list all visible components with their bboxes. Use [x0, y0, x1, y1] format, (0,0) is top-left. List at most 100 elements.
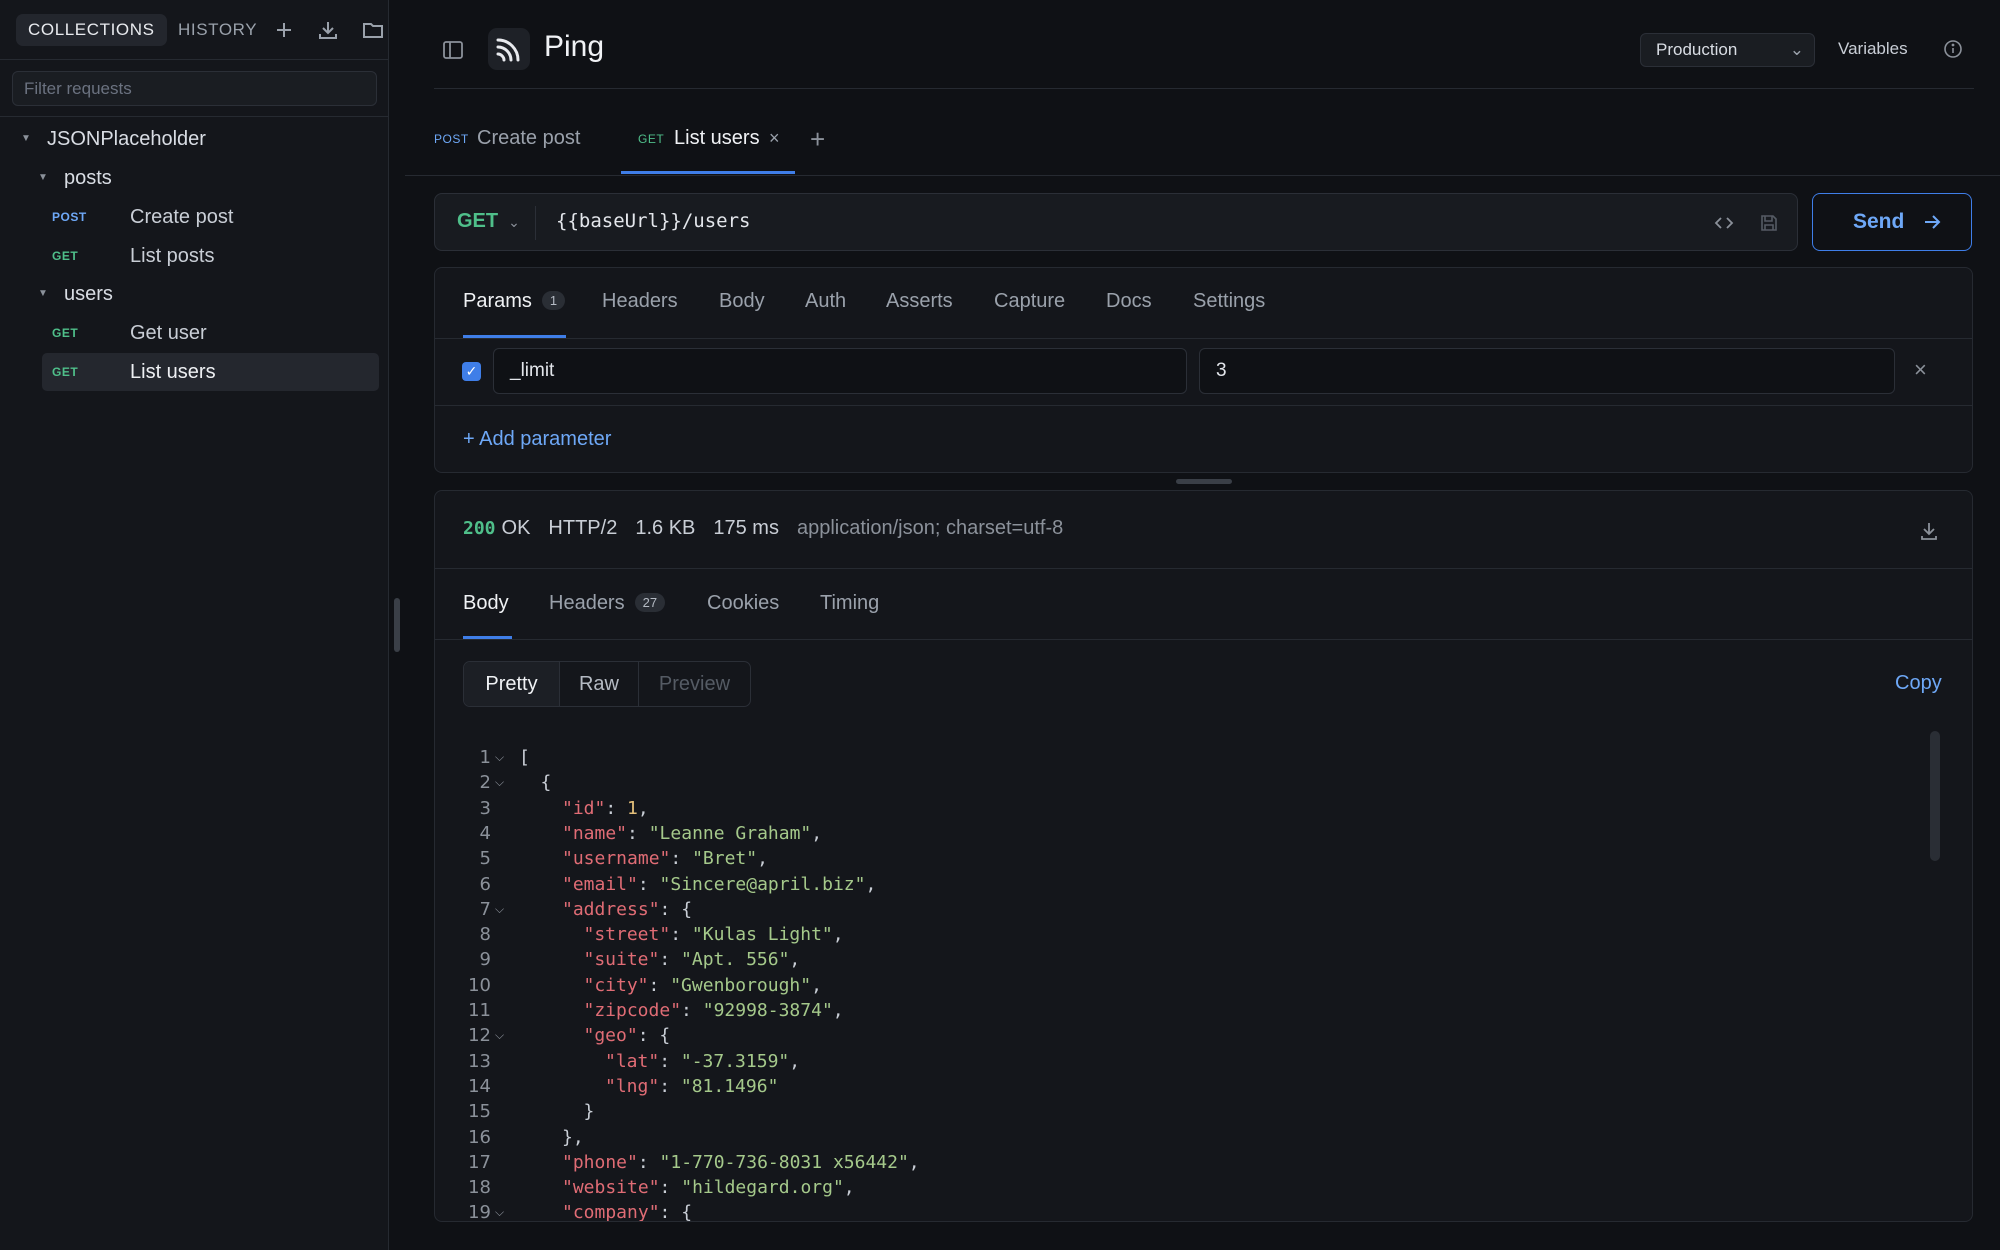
code-text: "company": {: [562, 1200, 693, 1222]
tab-capture[interactable]: Capture: [994, 290, 1065, 313]
code-line: 8 "street": "Kulas Light",: [435, 922, 1915, 947]
url-input[interactable]: {{baseUrl}}/users: [556, 210, 750, 232]
fold-chevron-icon[interactable]: ⌵: [495, 1023, 504, 1048]
url-bar: GET ⌄ {{baseUrl}}/users: [434, 193, 1798, 251]
code-icon[interactable]: [1712, 211, 1736, 235]
sidebar-item-list-users[interactable]: GET List users: [42, 353, 379, 391]
code-text: "lat": "-37.3159",: [605, 1049, 800, 1074]
add-parameter-button[interactable]: + Add parameter: [463, 428, 611, 451]
chevron-down-icon: ⌄: [508, 214, 520, 230]
info-icon[interactable]: [1942, 38, 1964, 60]
tab-docs[interactable]: Docs: [1106, 290, 1152, 313]
tab-collections[interactable]: COLLECTIONS: [16, 14, 167, 46]
code-text: "name": "Leanne Graham",: [562, 821, 822, 846]
tab-headers[interactable]: Headers: [602, 290, 678, 313]
json-string: "Bret": [692, 848, 758, 870]
filter-requests-input[interactable]: Filter requests: [12, 71, 377, 106]
sidebar-divider: [0, 116, 389, 117]
headers-count-badge: 27: [634, 593, 666, 612]
line-number: 6: [479, 873, 491, 895]
tab-history[interactable]: HISTORY: [166, 14, 269, 46]
json-string: "81.1496": [680, 1075, 779, 1097]
fold-chevron-icon[interactable]: ⌵: [495, 745, 504, 770]
json-string: "Sincere@april.biz": [659, 873, 866, 895]
json-punct: : {: [637, 1025, 671, 1047]
sidebar-item-list-posts[interactable]: GET List posts: [42, 237, 379, 275]
url-separator: [535, 206, 536, 240]
method-select[interactable]: GET ⌄: [457, 210, 520, 233]
tab-auth[interactable]: Auth: [805, 290, 846, 313]
fold-chevron-icon[interactable]: ⌵: [495, 770, 504, 795]
json-string: "-37.3159": [680, 1050, 790, 1072]
code-line: 12 ⌵ "geo": {: [435, 1023, 1915, 1048]
json-punct: :: [670, 848, 693, 870]
line-number: 1: [479, 747, 491, 768]
copy-button[interactable]: Copy: [1895, 672, 1942, 695]
active-tab-indicator: [621, 171, 795, 174]
close-icon[interactable]: ×: [769, 128, 780, 149]
send-button[interactable]: Send: [1812, 193, 1972, 251]
code-text: {: [541, 770, 552, 795]
fold-chevron-icon[interactable]: ⌵: [495, 1200, 504, 1221]
code-line: 18 "website": "hildegard.org",: [435, 1175, 1915, 1200]
folder-users[interactable]: ▼ users: [0, 275, 389, 313]
new-tab-icon[interactable]: +: [810, 124, 825, 155]
sidebar-toggle-icon[interactable]: [440, 37, 466, 63]
tab-cookies[interactable]: Cookies: [707, 592, 779, 615]
code-text: "city": "Gwenborough",: [584, 973, 822, 998]
sidebar-resize-handle[interactable]: [394, 598, 400, 652]
json-punct: ,: [811, 822, 823, 844]
chevron-down-icon: ⌄: [1789, 40, 1804, 59]
tab-timing[interactable]: Timing: [820, 592, 879, 615]
add-icon[interactable]: [270, 16, 298, 44]
tab-body[interactable]: Body: [719, 290, 765, 313]
folder-posts[interactable]: ▼ posts: [0, 159, 389, 197]
preview-button[interactable]: Preview: [639, 662, 750, 706]
variables-button[interactable]: Variables: [1838, 39, 1908, 59]
collection-jsonplaceholder[interactable]: ▼ JSONPlaceholder: [0, 120, 389, 158]
raw-button[interactable]: Raw: [560, 662, 639, 706]
save-icon[interactable]: [1758, 212, 1780, 234]
scrollbar[interactable]: [1930, 731, 1940, 861]
panel-resize-handle[interactable]: [1176, 479, 1232, 484]
method-badge: GET: [638, 132, 665, 146]
download-icon[interactable]: [1917, 519, 1941, 543]
environment-select[interactable]: Production ⌄: [1640, 33, 1815, 67]
code-line: 9 "suite": "Apt. 556",: [435, 947, 1915, 972]
code-line: 7 ⌵ "address": {: [435, 897, 1915, 922]
tab-asserts[interactable]: Asserts: [886, 290, 953, 313]
line-number: 15: [468, 1101, 491, 1123]
param-key-input[interactable]: _limit: [493, 348, 1187, 394]
method-badge: POST: [434, 132, 469, 146]
fold-chevron-icon[interactable]: ⌵: [495, 897, 504, 922]
request-panel: Params 1 Headers Body Auth Asserts Captur…: [434, 267, 1973, 473]
caret-down-icon: ▼: [38, 288, 48, 299]
tab-settings[interactable]: Settings: [1193, 290, 1265, 313]
divider: [435, 405, 1972, 406]
pretty-button[interactable]: Pretty: [464, 662, 560, 706]
remove-param-icon[interactable]: ×: [1914, 357, 1927, 383]
param-enabled-checkbox[interactable]: ✓: [462, 362, 481, 381]
sidebar-item-create-post[interactable]: POST Create post: [42, 198, 379, 236]
json-string: "1-770-736-8031 x56442": [659, 1151, 909, 1173]
sidebar-item-get-user[interactable]: GET Get user: [42, 314, 379, 352]
tab-response-body[interactable]: Body: [463, 592, 509, 615]
code-text: },: [562, 1125, 584, 1150]
folder-icon[interactable]: [359, 16, 387, 44]
arrow-right-icon: [1925, 215, 1941, 229]
json-key: "website": [562, 1177, 660, 1199]
json-punct: : {: [659, 1202, 693, 1222]
json-key: "lng": [605, 1075, 660, 1097]
tab-params[interactable]: Params 1: [463, 290, 566, 313]
tab-create-post[interactable]: POST Create post: [434, 114, 609, 174]
tab-label: Create post: [477, 127, 581, 149]
line-number: 9: [479, 949, 491, 971]
sidebar-item-label: Create post: [130, 206, 234, 228]
code-line: 17 "phone": "1-770-736-8031 x56442",: [435, 1150, 1915, 1175]
tab-response-headers[interactable]: Headers 27: [549, 592, 666, 615]
line-number: 10: [468, 974, 491, 996]
code-line: 15}: [435, 1099, 1915, 1124]
import-icon[interactable]: [314, 16, 342, 44]
param-value-input[interactable]: 3: [1199, 348, 1895, 394]
code-line: 13 "lat": "-37.3159",: [435, 1049, 1915, 1074]
